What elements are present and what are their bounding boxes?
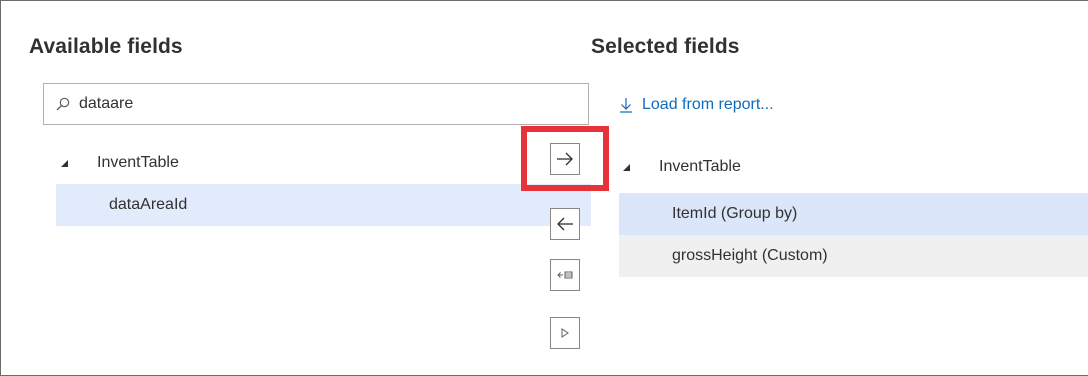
load-link-label: Load from report...: [642, 96, 774, 113]
arrow-down-icon: [619, 97, 633, 113]
selected-field-row[interactable]: ItemId (Group by): [619, 193, 1088, 235]
add-field-button[interactable]: [550, 143, 580, 175]
remove-all-fields-button[interactable]: [550, 259, 580, 291]
expand-button[interactable]: [550, 317, 580, 349]
field-search-box[interactable]: [43, 83, 589, 125]
selected-field-label: grossHeight (Custom): [672, 247, 828, 264]
selected-table-label: InventTable: [659, 158, 741, 175]
selected-fields-heading: Selected fields: [591, 35, 740, 58]
field-selector-panel: Available fields InventTable dataAreaId: [0, 0, 1088, 376]
available-fields-heading: Available fields: [29, 35, 183, 58]
selected-tree-node-inventtable[interactable]: InventTable: [621, 158, 741, 176]
available-table-label: InventTable: [97, 154, 179, 171]
arrow-right-icon: [556, 152, 574, 166]
available-field-label: dataAreaId: [109, 196, 188, 213]
triangle-right-icon: [561, 328, 569, 338]
available-tree-node-inventtable[interactable]: InventTable: [59, 154, 179, 172]
selected-field-row[interactable]: grossHeight (Custom): [619, 235, 1088, 277]
search-input[interactable]: [79, 95, 559, 113]
caret-expanded-icon[interactable]: [621, 162, 631, 172]
caret-expanded-icon[interactable]: [59, 158, 69, 168]
remove-all-icon: [557, 271, 573, 279]
arrow-left-icon: [556, 217, 574, 231]
available-field-row[interactable]: dataAreaId: [56, 184, 591, 226]
remove-field-button[interactable]: [550, 208, 580, 240]
search-icon: [56, 97, 70, 111]
load-from-report-link[interactable]: Load from report...: [619, 96, 774, 114]
selected-field-label: ItemId (Group by): [672, 205, 798, 222]
